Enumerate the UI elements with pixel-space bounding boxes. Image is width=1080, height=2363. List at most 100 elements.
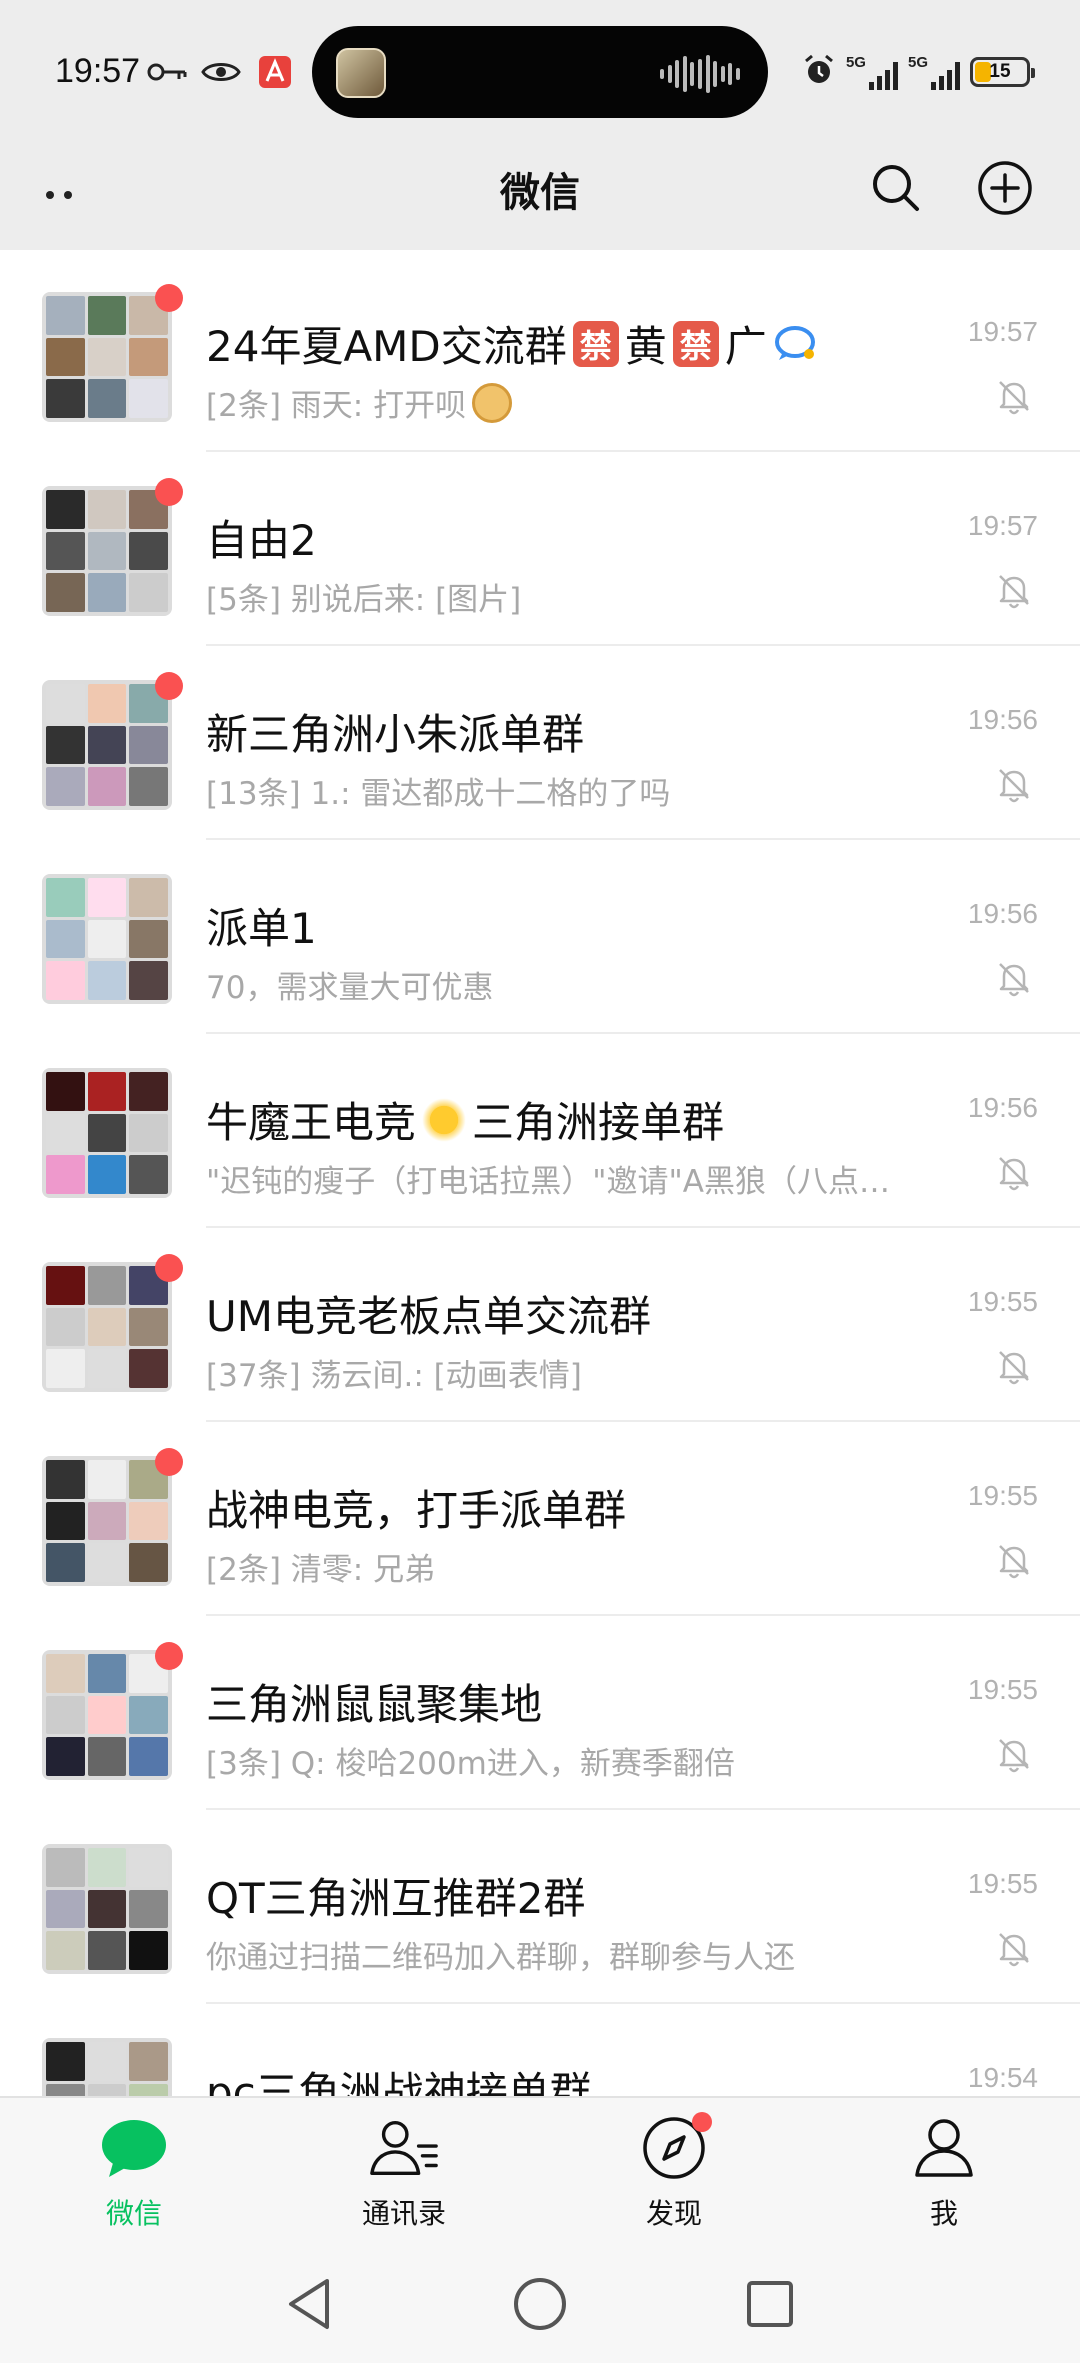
status-time: 19:57 (55, 52, 141, 90)
mute-bell-icon (999, 1933, 1029, 1967)
chat-preview: "迟钝的瘦子（打电话拉黑）"邀请"A黑狼（八点… (206, 1164, 890, 1200)
unread-dot (155, 1642, 183, 1670)
chat-preview: [2条] 雨天: 打开呗 (206, 380, 513, 425)
mute-bell-icon (999, 575, 1029, 609)
chat-name-text: QT三角洲互推群2群 (206, 1874, 586, 1923)
chat-bubble-colorful-icon (774, 325, 815, 360)
header: 微信 (0, 140, 1080, 250)
eye-icon (199, 50, 243, 94)
tab-contacts[interactable]: 通讯录 (304, 2112, 504, 2242)
mute-bell-icon (999, 381, 1029, 415)
chat-time: 19:57 (967, 316, 1038, 347)
chat-name: 24年夏AMD交流群禁黄禁广 (206, 313, 819, 374)
chat-name-suffix: 广 (724, 322, 767, 371)
group-avatar (42, 1456, 172, 1586)
chat-time: 19:55 (967, 1480, 1038, 1511)
chat-name-text: 自由2 (206, 516, 317, 565)
chat-item[interactable]: 自由2 19:57 [5条] 别说后来: [图片] (0, 452, 1080, 646)
chat-name-text: 三角洲鼠鼠聚集地 (206, 1680, 543, 1729)
chat-name-text: 战神电竞，打手派单群 (206, 1486, 627, 1535)
group-avatar (42, 1068, 172, 1198)
group-avatar (42, 292, 172, 422)
ban-emoji-icon: 禁 (572, 320, 619, 367)
chat-item[interactable]: 派单1 19:56 70，需求量大可优惠 (0, 840, 1080, 1034)
chat-preview: 你通过扫描二维码加入群聊，群聊参与人还 (206, 1940, 795, 1976)
tab-discover[interactable]: 发现 (574, 2112, 774, 2242)
chat-name: UM电竞老板点单交流群 (206, 1283, 651, 1344)
audio-wave-icon (660, 54, 740, 94)
chat-time: 19:57 (967, 510, 1038, 541)
contacts-icon (368, 2112, 440, 2184)
chat-preview: [5条] 别说后来: [图片] (206, 582, 522, 618)
plus-circle-icon[interactable] (975, 158, 1035, 218)
chat-name-text: pc三角洲战神接单群 (206, 2068, 592, 2096)
chat-name-prefix: 牛魔王电竞 (206, 1098, 417, 1147)
tab-bar: 微信 通讯录 发现 我 (0, 2096, 1080, 2246)
unread-dot (155, 672, 183, 700)
home-icon[interactable] (508, 2272, 572, 2336)
group-avatar (42, 680, 172, 810)
chat-item[interactable]: 三角洲鼠鼠聚集地 19:55 [3条] Q: 梭哈200m进入，新赛季翻倍 (0, 1616, 1080, 1810)
chat-item[interactable]: QT三角洲互推群2群 19:55 你通过扫描二维码加入群聊，群聊参与人还 (0, 1810, 1080, 2004)
chat-time: 19:55 (967, 1868, 1038, 1899)
chat-item[interactable]: 牛魔王电竞 三角洲接单群 19:56 "迟钝的瘦子（打电话拉黑）"邀请"A黑狼（八点… (0, 1034, 1080, 1228)
chat-name-text: UM电竞老板点单交流群 (206, 1292, 651, 1341)
group-avatar (42, 1844, 172, 1974)
chat-name: pc三角洲战神接单群 (206, 2059, 592, 2096)
group-avatar (42, 486, 172, 616)
chat-name: 新三角洲小朱派单群 (206, 701, 584, 762)
chat-bubble-icon (98, 2112, 170, 2184)
chat-time: 19:56 (967, 704, 1038, 735)
battery-icon: 15 (970, 57, 1035, 87)
group-avatar (42, 2038, 172, 2096)
mute-bell-icon (999, 769, 1029, 803)
discover-badge-dot (692, 2112, 712, 2132)
alarm-icon (802, 53, 836, 91)
chat-name-text: 派单1 (206, 904, 317, 953)
chat-list[interactable]: 24年夏AMD交流群禁黄禁广 19:57 [2条] 雨天: 打开呗 自由2 19:57[… (0, 250, 1080, 2096)
chat-item[interactable]: 战神电竞，打手派单群 19:55 [2条] 清零: 兄弟 (0, 1422, 1080, 1616)
person-icon (908, 2112, 980, 2184)
chat-name: 战神电竞，打手派单群 (206, 1477, 626, 1538)
group-avatar (42, 874, 172, 1004)
sun-emoji-icon (422, 1097, 467, 1142)
unread-dot (155, 1448, 183, 1476)
chat-name-text: 24年夏AMD交流群 (206, 322, 567, 371)
app-notification-icon (253, 50, 297, 94)
mute-bell-icon (999, 1351, 1029, 1385)
chat-time: 19:55 (967, 1286, 1038, 1317)
recents-icon[interactable] (738, 2272, 802, 2336)
compass-icon (638, 2112, 712, 2184)
group-avatar (42, 1262, 172, 1392)
chat-name: QT三角洲互推群2群 (206, 1865, 585, 1926)
signal-1: 5G (846, 54, 898, 90)
chat-name: 派单1 (206, 895, 317, 956)
chat-name-text: 新三角洲小朱派单群 (206, 710, 585, 759)
back-icon[interactable] (278, 2272, 342, 2336)
tab-me[interactable]: 我 (844, 2112, 1044, 2242)
chat-preview: [2条] 清零: 兄弟 (206, 1552, 436, 1588)
chat-name-suffix: 黄 (624, 322, 667, 371)
chat-item[interactable]: pc三角洲战神接单群 19:54 (0, 2004, 1080, 2096)
unread-dot (155, 284, 183, 312)
chat-preview: [13条] 1.: 雷达都成十二格的了吗 (206, 776, 671, 812)
ban-emoji-icon: 禁 (672, 320, 719, 367)
chat-item[interactable]: 新三角洲小朱派单群 19:56 [13条] 1.: 雷达都成十二格的了吗 (0, 646, 1080, 840)
chat-item[interactable]: 24年夏AMD交流群禁黄禁广 19:57 [2条] 雨天: 打开呗 (0, 258, 1080, 452)
dynamic-island[interactable] (312, 26, 768, 118)
search-icon[interactable] (866, 158, 926, 218)
tab-chats[interactable]: 微信 (34, 2112, 234, 2242)
chat-time: 19:56 (967, 898, 1038, 929)
mute-bell-icon (999, 1739, 1029, 1773)
island-app-icon (336, 48, 386, 98)
mute-bell-icon (999, 1157, 1029, 1191)
chat-preview: [37条] 荡云间.: [动画表情] (206, 1358, 582, 1394)
unread-dot (155, 1254, 183, 1282)
system-nav-bar (0, 2246, 1080, 2363)
chat-name: 自由2 (206, 507, 317, 568)
chat-time: 19:56 (967, 1092, 1038, 1123)
status-left-icons (145, 50, 297, 94)
chat-item[interactable]: UM电竞老板点单交流群 19:55 [37条] 荡云间.: [动画表情] (0, 1228, 1080, 1422)
status-bar: 19:57 5G 5G 15 (0, 0, 1080, 140)
chat-time: 19:54 (967, 2062, 1038, 2093)
